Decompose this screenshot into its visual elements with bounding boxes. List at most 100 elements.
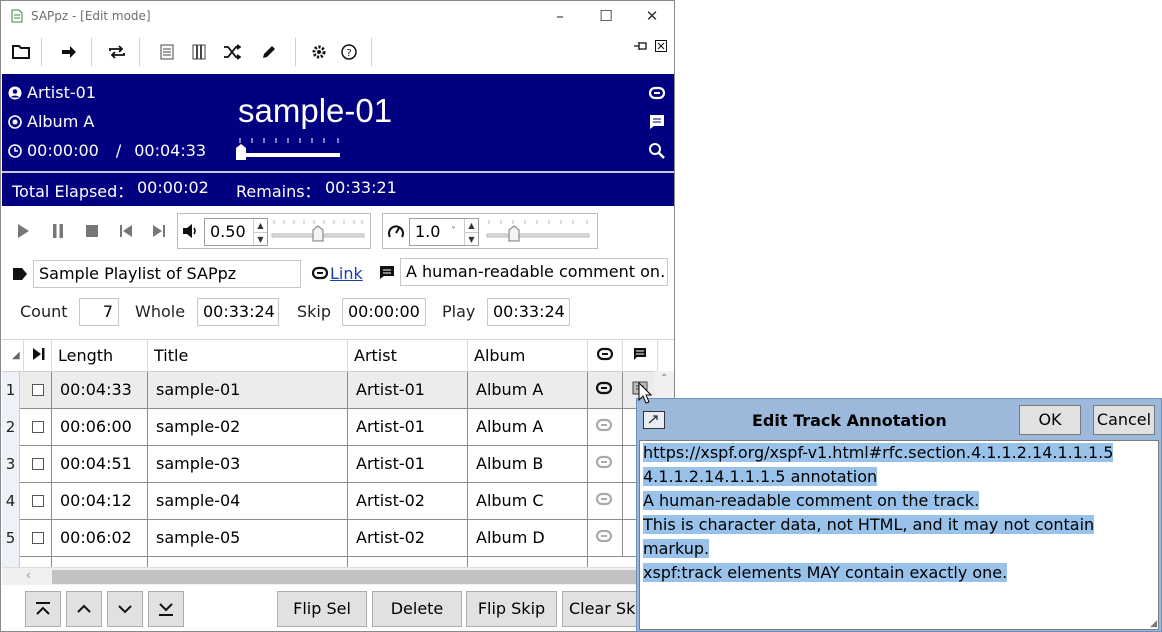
shuffle-icon[interactable]: [218, 35, 246, 69]
open-folder-icon[interactable]: [7, 35, 35, 69]
toolbar-separator: [371, 38, 372, 66]
scroll-left-icon[interactable]: ‹: [26, 568, 31, 582]
list-icon[interactable]: [153, 35, 181, 69]
move-up-button[interactable]: [66, 591, 102, 627]
row-link-icon[interactable]: [588, 372, 623, 409]
speed-gauge-icon[interactable]: [387, 223, 405, 241]
playlist-title-field[interactable]: Sample Playlist of SAPpz: [33, 260, 301, 288]
annotation-line: 4.1.1.2.14.1.1.1.5 annotation: [640, 465, 1158, 489]
speed-slider[interactable]: [485, 218, 593, 246]
volume-icon[interactable]: [182, 223, 200, 239]
table-row[interactable]: 4 00:04:12 sample-04 Artist-02 Album C: [2, 483, 674, 520]
row-number: 5: [2, 520, 20, 557]
row-number: 3: [2, 446, 20, 483]
pencil-icon[interactable]: [255, 35, 283, 69]
row-number: 4: [2, 483, 20, 520]
toolbar-separator: [41, 38, 42, 66]
table-row[interactable]: 5 00:06:02 sample-05 Artist-02 Album D: [2, 520, 674, 557]
move-down-button[interactable]: [107, 591, 143, 627]
flip-skip-button[interactable]: Flip Skip: [466, 591, 557, 627]
previous-icon[interactable]: [116, 222, 136, 240]
column-annotation-icon[interactable]: [623, 340, 658, 372]
skip-checkbox[interactable]: [32, 495, 44, 507]
flip-sel-button[interactable]: Flip Sel: [277, 591, 367, 627]
ok-button[interactable]: OK: [1019, 405, 1081, 435]
row-skip-cell: [20, 446, 52, 483]
row-link-icon[interactable]: [588, 520, 623, 557]
minimize-button[interactable]: –: [537, 3, 583, 29]
select-all-corner[interactable]: ◢: [2, 340, 24, 372]
cell-length: 00:04:33: [52, 372, 148, 409]
volume-down-button[interactable]: ▼: [253, 232, 267, 245]
remains-value: 00:33:21: [325, 178, 397, 197]
gear-icon[interactable]: [305, 35, 333, 69]
position-slider[interactable]: [234, 134, 346, 164]
column-album[interactable]: Album: [468, 340, 588, 372]
table-row[interactable]: 2 00:06:00 sample-02 Artist-01 Album A: [2, 409, 674, 446]
comment-icon[interactable]: [648, 113, 666, 131]
skip-checkbox[interactable]: [32, 532, 44, 544]
speed-thumb[interactable]: [508, 225, 520, 242]
next-icon[interactable]: [149, 222, 169, 240]
skip-checkbox[interactable]: [32, 384, 44, 396]
cell-album: Album D: [468, 520, 588, 557]
cell-artist: Artist-02: [348, 520, 468, 557]
annotation-line: A human-readable comment on the track.: [640, 489, 1158, 513]
close-button[interactable]: ✕: [629, 3, 674, 29]
row-link-icon[interactable]: [588, 409, 623, 446]
expand-icon[interactable]: [647, 29, 674, 63]
edit-annotation-dialog: Edit Track Annotation OK Cancel https://…: [636, 398, 1162, 632]
move-top-button[interactable]: [25, 591, 61, 627]
skip-checkbox[interactable]: [32, 421, 44, 433]
annotation-text: https://xspf.org/xspf-v1.html#rfc.sectio…: [643, 443, 1114, 462]
chevron-down-icon[interactable]: ˅: [451, 219, 456, 245]
volume-spinner[interactable]: 0.50 ▲ ▼: [204, 218, 268, 246]
resize-grip-icon[interactable]: ◢: [1150, 619, 1157, 629]
play-icon[interactable]: [13, 222, 33, 240]
columns-icon[interactable]: [185, 35, 213, 69]
annotation-textarea[interactable]: https://xspf.org/xspf-v1.html#rfc.sectio…: [639, 440, 1159, 630]
cancel-button[interactable]: Cancel: [1093, 405, 1155, 435]
volume-thumb[interactable]: [312, 225, 324, 242]
scrollbar-thumb[interactable]: [52, 570, 639, 584]
volume-slider[interactable]: [270, 218, 366, 246]
table-row[interactable]: 3 00:04:51 sample-03 Artist-01 Album B: [2, 446, 674, 483]
speed-down-button[interactable]: ▼: [464, 232, 478, 245]
dialog-expand-icon[interactable]: [643, 411, 665, 429]
horizontal-scrollbar[interactable]: ‹: [2, 567, 639, 585]
playlist-link[interactable]: Link: [330, 264, 363, 283]
playback-controls: 0.50 ▲ ▼ 1.0 ˅ ▲ ▼: [1, 209, 674, 253]
column-artist[interactable]: Artist: [348, 340, 468, 372]
search-icon[interactable]: [648, 142, 666, 160]
row-link-icon[interactable]: [588, 446, 623, 483]
column-title[interactable]: Title: [148, 340, 348, 372]
skip-checkbox[interactable]: [32, 458, 44, 470]
help-icon[interactable]: ?: [335, 35, 363, 69]
column-link-icon[interactable]: [588, 340, 623, 372]
delete-button[interactable]: Delete: [372, 591, 462, 627]
arrow-right-icon[interactable]: [55, 35, 83, 69]
toolbar-separator: [91, 38, 92, 66]
stop-icon[interactable]: [82, 222, 102, 240]
position-thumb[interactable]: [236, 144, 246, 160]
move-bottom-button[interactable]: [148, 591, 184, 627]
repeat-icon[interactable]: [103, 35, 131, 69]
annotation-line: xspf:track elements MAY contain exactly …: [640, 561, 1158, 585]
row-link-icon[interactable]: [588, 483, 623, 520]
app-icon: [11, 9, 23, 23]
speed-spinner[interactable]: 1.0 ˅ ▲ ▼: [409, 218, 479, 246]
volume-up-button[interactable]: ▲: [253, 219, 267, 232]
maximize-button[interactable]: ☐: [583, 3, 629, 29]
scroll-up-icon[interactable]: ⌃: [660, 373, 668, 384]
cell-artist: Artist-01: [348, 409, 468, 446]
speed-up-button[interactable]: ▲: [464, 219, 478, 232]
play-label: Play: [442, 302, 476, 321]
playlist-annotation-field[interactable]: A human-readable comment on…: [400, 258, 668, 286]
link-icon[interactable]: [648, 84, 666, 102]
toolbar-separator: [139, 38, 140, 66]
speed-value: 1.0: [415, 222, 441, 241]
table-row[interactable]: 1 00:04:33 sample-01 Artist-01 Album A: [2, 372, 674, 409]
skip-column-icon[interactable]: [24, 340, 52, 372]
pause-icon[interactable]: [48, 222, 68, 240]
column-length[interactable]: Length: [52, 340, 148, 372]
